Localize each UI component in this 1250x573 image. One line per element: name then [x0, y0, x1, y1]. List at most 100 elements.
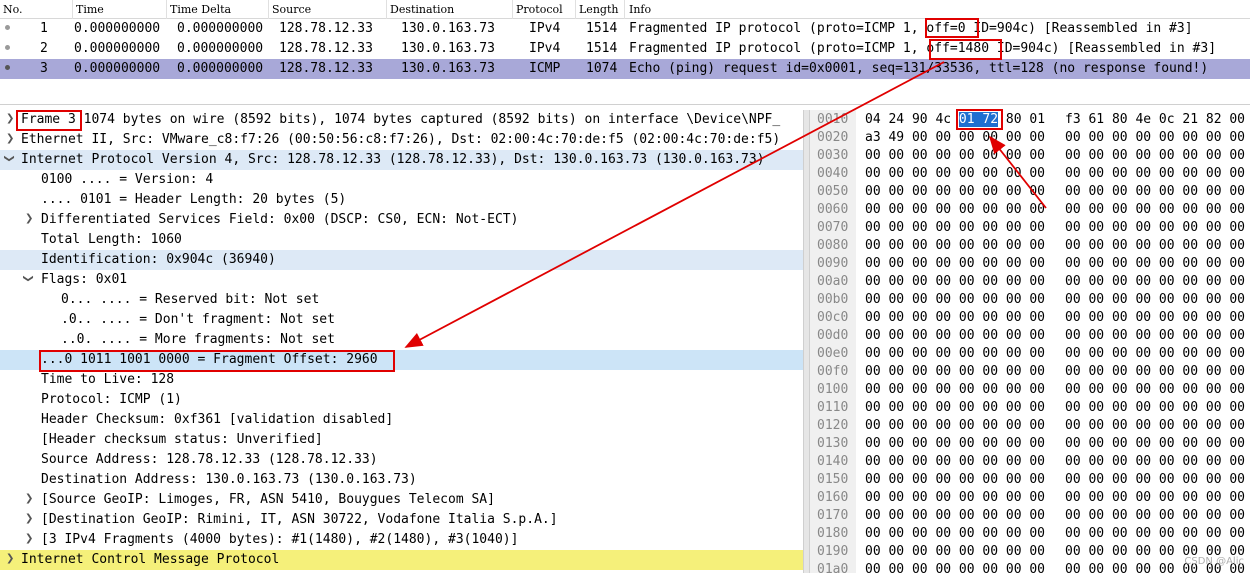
hex-bytes-left[interactable]: 00 00 00 00 00 00 00 00 — [865, 220, 1045, 235]
byte-row[interactable]: 0110 00 00 00 00 00 00 00 00 00 00 00 00 0… — [810, 399, 1250, 417]
packet-row-2[interactable]: 2 0.000000000 0.000000000 128.78.12.33 1… — [0, 39, 1250, 59]
tree-frame[interactable]: ❯ Frame 3 1074 bytes on wire (8592 bits)… — [0, 110, 803, 130]
expand-arrow-icon[interactable]: ❯ — [6, 553, 14, 564]
expand-arrow-icon[interactable]: ❯ — [25, 213, 33, 224]
hex-bytes-right[interactable]: 00 00 00 00 00 00 00 00 — [1065, 526, 1245, 541]
hex-bytes-left[interactable]: 00 00 00 00 00 00 00 00 — [865, 454, 1045, 469]
byte-row[interactable]: 00d0 00 00 00 00 00 00 00 00 00 00 00 00 0… — [810, 327, 1250, 345]
hex-bytes-left[interactable]: 00 00 00 00 00 00 00 00 — [865, 364, 1045, 379]
hex-bytes-left[interactable]: 00 00 00 00 00 00 00 00 — [865, 274, 1045, 289]
column-separator[interactable] — [575, 0, 576, 19]
hex-bytes-right[interactable]: 00 00 00 00 00 00 00 00 — [1065, 436, 1245, 451]
hex-bytes-left[interactable]: 00 00 00 00 00 00 00 00 — [865, 148, 1045, 163]
hex-bytes-right[interactable]: 00 00 00 00 00 00 00 00 — [1065, 148, 1245, 163]
hex-bytes-right[interactable]: 00 00 00 00 00 00 00 00 — [1065, 382, 1245, 397]
hex-bytes-left[interactable]: a3 49 00 00 00 00 00 00 — [865, 130, 1045, 145]
hex-bytes-right[interactable]: 00 00 00 00 00 00 00 00 — [1065, 490, 1245, 505]
hex-bytes-left[interactable]: 00 00 00 00 00 00 00 00 — [865, 562, 1045, 573]
column-separator[interactable] — [72, 0, 73, 19]
hex-bytes-right[interactable]: 00 00 00 00 00 00 00 00 — [1065, 418, 1245, 433]
hex-bytes-right[interactable]: 00 00 00 00 00 00 00 00 — [1065, 274, 1245, 289]
hex-bytes-right[interactable]: 00 00 00 00 00 00 00 00 — [1065, 454, 1245, 469]
expand-arrow-icon[interactable]: ❯ — [25, 533, 33, 544]
collapse-arrow-icon[interactable]: ❯ — [4, 154, 15, 162]
hex-bytes-right[interactable]: 00 00 00 00 00 00 00 00 — [1065, 202, 1245, 217]
byte-row[interactable]: 0070 00 00 00 00 00 00 00 00 00 00 00 00 0… — [810, 219, 1250, 237]
tree-checksum[interactable]: Header Checksum: 0xf361 [validation disa… — [0, 410, 803, 430]
tree-source-address[interactable]: Source Address: 128.78.12.33 (128.78.12.… — [0, 450, 803, 470]
hex-bytes-left[interactable]: 00 00 00 00 00 00 00 00 — [865, 292, 1045, 307]
tree-dont-fragment[interactable]: .0.. .... = Don't fragment: Not set — [0, 310, 803, 330]
hex-bytes-left[interactable]: 00 00 00 00 00 00 00 00 — [865, 490, 1045, 505]
expand-arrow-icon[interactable]: ❯ — [6, 133, 14, 144]
hex-bytes-right[interactable]: 00 00 00 00 00 00 00 00 — [1065, 364, 1245, 379]
tree-protocol[interactable]: Protocol: ICMP (1) — [0, 390, 803, 410]
pane-splitter[interactable] — [803, 110, 810, 573]
hex-bytes-left[interactable]: 00 00 00 00 00 00 00 00 — [865, 508, 1045, 523]
hex-bytes-right[interactable]: 00 00 00 00 00 00 00 00 — [1065, 400, 1245, 415]
collapse-arrow-icon[interactable]: ❯ — [23, 274, 34, 282]
tree-identification[interactable]: Identification: 0x904c (36940) — [0, 250, 803, 270]
byte-row[interactable]: 00f0 00 00 00 00 00 00 00 00 00 00 00 00 0… — [810, 363, 1250, 381]
byte-row[interactable]: 0010 04 24 90 4c 01 72 80 01 f3 61 80 4e 0… — [810, 111, 1250, 129]
hex-bytes-right[interactable]: 00 00 00 00 00 00 00 00 — [1065, 184, 1245, 199]
tree-destination-geoip[interactable]: ❯ [Destination GeoIP: Rimini, IT, ASN 30… — [0, 510, 803, 530]
hex-bytes-left[interactable]: 00 00 00 00 00 00 00 00 — [865, 544, 1045, 559]
byte-row[interactable]: 0090 00 00 00 00 00 00 00 00 00 00 00 00 0… — [810, 255, 1250, 273]
column-destination[interactable]: Destination — [390, 3, 454, 16]
column-separator[interactable] — [166, 0, 167, 19]
hex-bytes-right[interactable]: 00 00 00 00 00 00 00 00 — [1065, 166, 1245, 181]
column-time-delta[interactable]: Time Delta — [170, 3, 231, 16]
hex-bytes-left[interactable]: 00 00 00 00 00 00 00 00 — [865, 436, 1045, 451]
hex-bytes-left[interactable]: 00 00 00 00 00 00 00 00 — [865, 382, 1045, 397]
tree-ttl[interactable]: Time to Live: 128 — [0, 370, 803, 390]
hex-bytes-right[interactable]: 00 00 00 00 00 00 00 00 — [1065, 238, 1245, 253]
tree-source-geoip[interactable]: ❯ [Source GeoIP: Limoges, FR, ASN 5410, … — [0, 490, 803, 510]
byte-row[interactable]: 0120 00 00 00 00 00 00 00 00 00 00 00 00 0… — [810, 417, 1250, 435]
byte-row[interactable]: 00a0 00 00 00 00 00 00 00 00 00 00 00 00 0… — [810, 273, 1250, 291]
tree-ethernet[interactable]: ❯ Ethernet II, Src: VMware_c8:f7:26 (00:… — [0, 130, 803, 150]
hex-bytes-right[interactable]: 00 00 00 00 00 00 00 00 — [1065, 130, 1245, 145]
column-separator[interactable] — [268, 0, 269, 19]
hex-bytes-left[interactable]: 04 24 90 4c 01 72 80 01 — [865, 112, 1045, 127]
byte-row[interactable]: 00c0 00 00 00 00 00 00 00 00 00 00 00 00 0… — [810, 309, 1250, 327]
byte-row[interactable]: 0030 00 00 00 00 00 00 00 00 00 00 00 00 0… — [810, 147, 1250, 165]
hex-bytes-left[interactable]: 00 00 00 00 00 00 00 00 — [865, 238, 1045, 253]
hex-bytes-right[interactable]: 00 00 00 00 00 00 00 00 — [1065, 346, 1245, 361]
byte-row[interactable]: 0060 00 00 00 00 00 00 00 00 00 00 00 00 0… — [810, 201, 1250, 219]
column-no[interactable]: No. — [3, 3, 23, 16]
expand-arrow-icon[interactable]: ❯ — [25, 493, 33, 504]
tree-destination-address[interactable]: Destination Address: 130.0.163.73 (130.0… — [0, 470, 803, 490]
hex-bytes-left[interactable]: 00 00 00 00 00 00 00 00 — [865, 310, 1045, 325]
byte-row[interactable]: 00e0 00 00 00 00 00 00 00 00 00 00 00 00 0… — [810, 345, 1250, 363]
tree-fragment-offset-selected[interactable]: ...0 1011 1001 0000 = Fragment Offset: 2… — [0, 350, 803, 370]
packet-detail-tree[interactable]: ❯ Frame 3 1074 bytes on wire (8592 bits)… — [0, 110, 803, 573]
hex-bytes-left[interactable]: 00 00 00 00 00 00 00 00 — [865, 400, 1045, 415]
packet-row-3-selected[interactable]: 3 0.000000000 0.000000000 128.78.12.33 1… — [0, 59, 1250, 79]
hex-bytes-left[interactable]: 00 00 00 00 00 00 00 00 — [865, 526, 1045, 541]
hex-bytes-right[interactable]: 00 00 00 00 00 00 00 00 — [1065, 508, 1245, 523]
tree-header-length[interactable]: .... 0101 = Header Length: 20 bytes (5) — [0, 190, 803, 210]
packet-bytes-pane[interactable]: 0010 04 24 90 4c 01 72 80 01 f3 61 80 4e 0… — [810, 110, 1250, 573]
tree-more-fragments[interactable]: ..0. .... = More fragments: Not set — [0, 330, 803, 350]
hex-bytes-right[interactable]: 00 00 00 00 00 00 00 00 — [1065, 256, 1245, 271]
tree-ipv4[interactable]: ❯ Internet Protocol Version 4, Src: 128.… — [0, 150, 803, 170]
column-length[interactable]: Length — [579, 3, 618, 16]
tree-flags[interactable]: ❯ Flags: 0x01 — [0, 270, 803, 290]
tree-checksum-status[interactable]: [Header checksum status: Unverified] — [0, 430, 803, 450]
tree-ipv4-fragments[interactable]: ❯ [3 IPv4 Fragments (4000 bytes): #1(148… — [0, 530, 803, 550]
hex-bytes-left[interactable]: 00 00 00 00 00 00 00 00 — [865, 166, 1045, 181]
hex-bytes-left[interactable]: 00 00 00 00 00 00 00 00 — [865, 256, 1045, 271]
tree-total-length[interactable]: Total Length: 1060 — [0, 230, 803, 250]
tree-version[interactable]: 0100 .... = Version: 4 — [0, 170, 803, 190]
byte-row[interactable]: 0020 a3 49 00 00 00 00 00 00 00 00 00 00 0… — [810, 129, 1250, 147]
column-source[interactable]: Source — [272, 3, 311, 16]
hex-bytes-right[interactable]: 00 00 00 00 00 00 00 00 — [1065, 292, 1245, 307]
byte-row[interactable]: 0130 00 00 00 00 00 00 00 00 00 00 00 00 0… — [810, 435, 1250, 453]
column-time[interactable]: Time — [76, 3, 104, 16]
column-separator[interactable] — [624, 0, 625, 19]
byte-row[interactable]: 00b0 00 00 00 00 00 00 00 00 00 00 00 00 0… — [810, 291, 1250, 309]
hex-bytes-right[interactable]: 00 00 00 00 00 00 00 00 — [1065, 328, 1245, 343]
expand-arrow-icon[interactable]: ❯ — [25, 513, 33, 524]
column-info[interactable]: Info — [629, 3, 651, 16]
